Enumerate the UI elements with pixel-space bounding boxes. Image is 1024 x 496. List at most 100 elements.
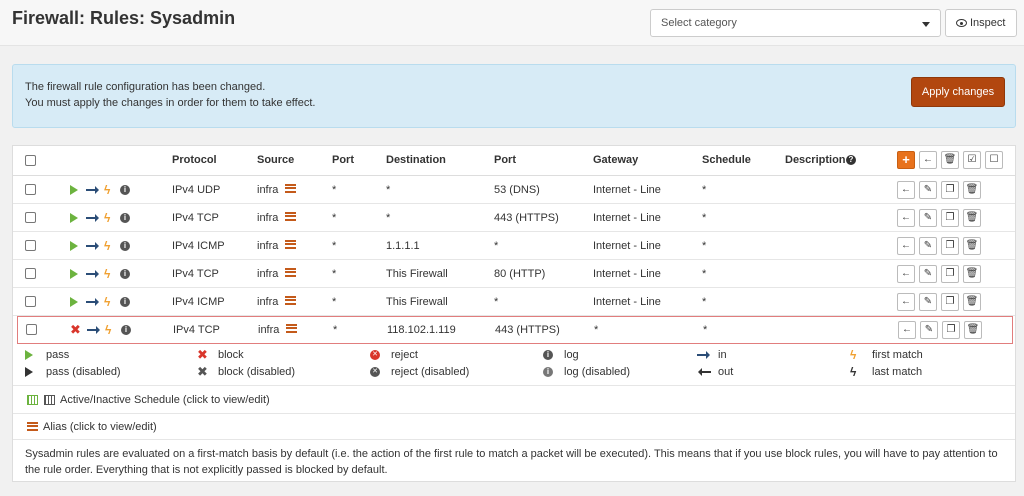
alias-icon[interactable] [285,240,296,249]
log-info-icon[interactable]: i [120,297,130,307]
pass-icon [70,269,78,279]
edit-rule-button[interactable]: ✎ [920,321,938,339]
row-checkbox[interactable] [25,240,36,251]
legend-block: block [218,349,244,361]
protocol-cell: IPv4 TCP [172,268,219,280]
move-rule-button[interactable]: ← [897,293,915,311]
log-info-icon[interactable]: i [121,325,131,335]
table-row: ϟ i IPv4 ICMP infra * 1.1.1.1 * Internet… [13,232,1015,260]
copy-rule-button[interactable]: ❐ [941,237,959,255]
protocol-cell: IPv4 UDP [172,184,221,196]
table-row: ϟ i IPv4 UDP infra * * 53 (DNS) Internet… [13,176,1015,204]
delete-selected-button[interactable]: 🗑 [941,151,959,169]
first-match-icon: ϟ [105,323,112,337]
direction-out-icon [698,368,711,376]
copy-rule-button[interactable]: ❐ [942,321,960,339]
schedule-cell: * [702,184,707,196]
inspect-button[interactable]: Inspect [945,9,1017,37]
alias-icon[interactable] [286,324,297,333]
delete-rule-button[interactable]: 🗑 [963,265,981,283]
delete-rule-button[interactable]: 🗑 [963,237,981,255]
move-rule-button[interactable]: ← [897,209,915,227]
calendar-inactive-icon [44,395,55,405]
legend-reject: reject [391,349,418,361]
row-checkbox[interactable] [25,184,36,195]
row-checkbox[interactable] [25,212,36,223]
log-info-icon[interactable]: i [120,185,130,195]
move-rule-button[interactable]: ← [897,265,915,283]
copy-rule-button[interactable]: ❐ [941,181,959,199]
block-icon: ✖ [197,347,208,362]
log-info-icon[interactable]: i [120,269,130,279]
source-cell: infra [258,324,280,336]
alias-icon[interactable] [285,184,296,193]
category-select[interactable]: Select category [650,9,941,37]
row-checkbox[interactable] [26,324,37,335]
destination-cell: * [386,212,391,224]
edit-rule-button[interactable]: ✎ [919,265,937,283]
port-cell: * [332,212,337,224]
edit-rule-button[interactable]: ✎ [919,181,937,199]
category-select-placeholder: Select category [661,17,737,29]
first-match-icon: ϟ [850,348,857,362]
copy-rule-button[interactable]: ❐ [941,265,959,283]
header-gateway: Gateway [593,154,639,166]
delete-rule-button[interactable]: 🗑 [964,321,982,339]
page-title: Firewall: Rules: Sysadmin [12,8,236,28]
log-info-icon[interactable]: i [120,213,130,223]
delete-rule-button[interactable]: 🗑 [963,293,981,311]
block-disabled-icon: ✖ [197,364,208,379]
reject-icon: ✕ [370,350,380,360]
add-rule-button[interactable]: + [897,151,915,169]
move-rule-button[interactable]: ← [897,237,915,255]
edit-rule-button[interactable]: ✎ [919,237,937,255]
source-cell: infra [257,240,279,252]
destination-cell: This Firewall [386,268,448,280]
delete-rule-button[interactable]: 🗑 [963,209,981,227]
direction-in-icon [697,351,710,359]
dest-port-cell: 443 (HTTPS) [495,324,560,336]
select-all-checkbox[interactable] [25,155,36,166]
alias-icon [27,422,38,431]
inspect-label: Inspect [970,17,1006,29]
alias-icon[interactable] [285,296,296,305]
calendar-active-icon [27,395,38,405]
legend: pass pass (disabled) ✖ block ✖ block (di… [13,344,1015,386]
enable-selected-button[interactable]: ☑ [963,151,981,169]
legend-reject-disabled: reject (disabled) [391,366,470,378]
pass-icon [70,213,78,223]
delete-rule-button[interactable]: 🗑 [963,181,981,199]
header-dest-port: Port [494,154,516,166]
disable-selected-button[interactable]: ☐ [985,151,1003,169]
schedule-cell: * [702,212,707,224]
header-description: Description [785,154,846,166]
table-row: ϟ i IPv4 TCP infra * * 443 (HTTPS) Inter… [13,204,1015,232]
move-rule-button[interactable]: ← [898,321,916,339]
copy-rule-button[interactable]: ❐ [941,209,959,227]
log-info-icon[interactable]: i [120,241,130,251]
edit-rule-button[interactable]: ✎ [919,293,937,311]
table-row: ϟ i IPv4 ICMP infra * This Firewall * In… [13,288,1015,316]
row-checkbox[interactable] [25,268,36,279]
source-cell: infra [257,268,279,280]
move-button[interactable]: ← [919,151,937,169]
pass-icon [25,350,33,360]
copy-rule-button[interactable]: ❐ [941,293,959,311]
gateway-cell: * [594,324,599,336]
log-icon: i [543,350,553,360]
protocol-cell: IPv4 TCP [172,212,219,224]
first-match-icon: ϟ [104,183,111,197]
move-rule-button[interactable]: ← [897,181,915,199]
alias-icon[interactable] [285,268,296,277]
first-match-icon: ϟ [104,267,111,281]
alias-icon[interactable] [285,212,296,221]
schedule-legend-row: Active/Inactive Schedule (click to view/… [13,386,1015,414]
gateway-cell: Internet - Line [593,212,661,224]
row-checkbox[interactable] [25,296,36,307]
first-match-icon: ϟ [104,295,111,309]
apply-changes-button[interactable]: Apply changes [911,77,1005,107]
edit-rule-button[interactable]: ✎ [919,209,937,227]
port-cell: * [332,184,337,196]
chevron-down-icon [922,22,930,27]
help-icon[interactable]: ? [846,155,856,165]
